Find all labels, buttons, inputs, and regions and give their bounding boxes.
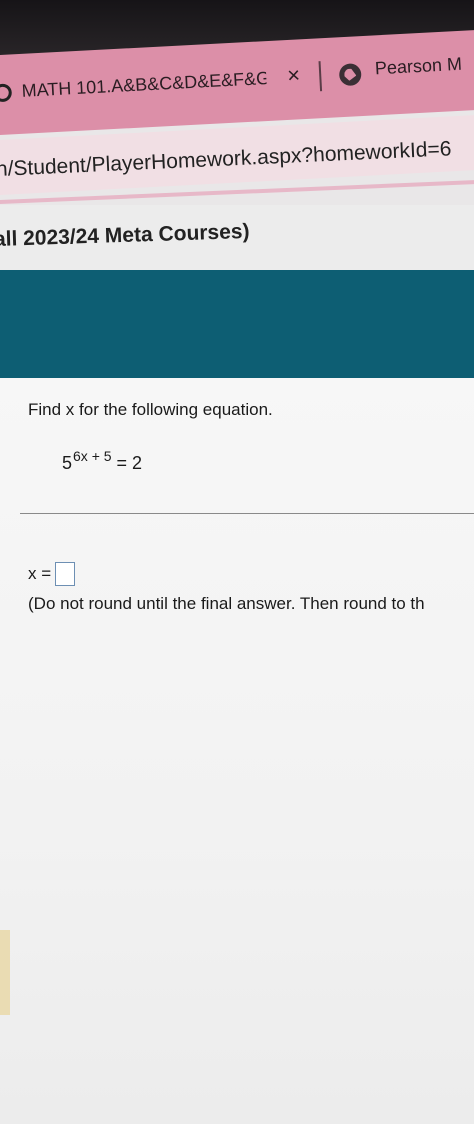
- divider: [20, 513, 474, 514]
- answer-input[interactable]: [55, 562, 76, 586]
- answer-row: x =: [28, 562, 76, 586]
- answer-label: x =: [28, 564, 52, 583]
- question-prompt: Find x for the following equation.: [28, 400, 273, 419]
- tab-pearson[interactable]: Pearson M: [374, 54, 462, 80]
- problem-panel: [0, 378, 474, 1124]
- tab-separator: [318, 61, 323, 92]
- side-strip: [0, 930, 10, 1015]
- rounding-instruction: (Do not round until the final answer. Th…: [28, 594, 425, 613]
- tab-favicon-icon: [0, 83, 13, 103]
- close-icon[interactable]: ×: [287, 62, 301, 89]
- header-banner: [0, 270, 474, 382]
- pearson-circle-icon: [338, 63, 362, 87]
- tab-title[interactable]: MATH 101.A&B&C&D&E&F&G&: [21, 68, 267, 102]
- equation: 56x + 5 = 2: [62, 448, 142, 474]
- equation-rhs: = 2: [111, 453, 143, 473]
- equation-exponent: 6x + 5: [73, 448, 112, 464]
- equation-base: 5: [62, 453, 73, 473]
